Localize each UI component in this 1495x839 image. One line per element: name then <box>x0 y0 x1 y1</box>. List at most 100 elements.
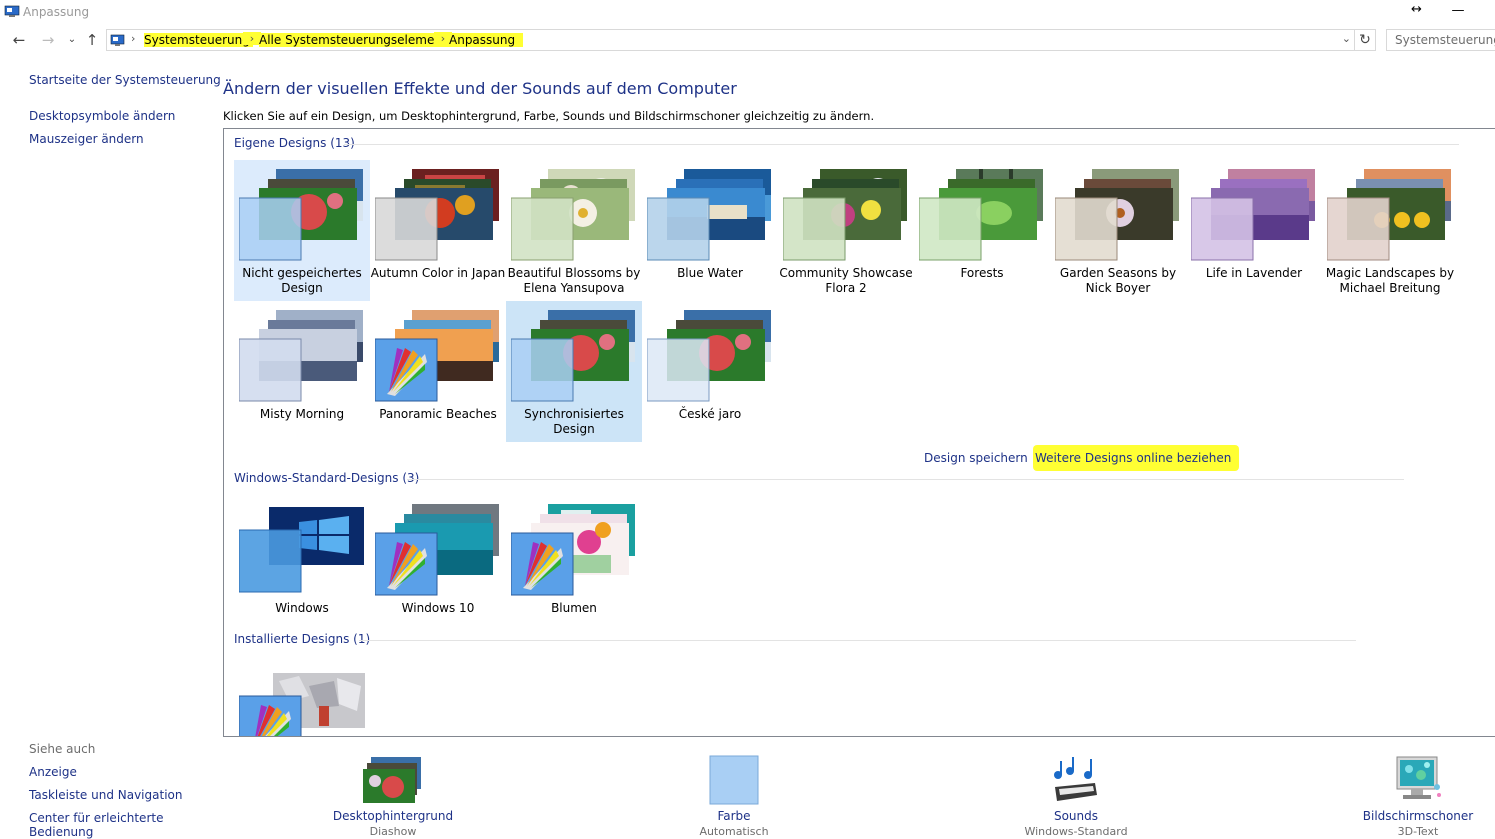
forward-button[interactable]: → <box>38 30 58 50</box>
theme-label: Windows 10 <box>401 601 475 615</box>
theme-label: Nicht gespeichertes Design <box>242 266 362 295</box>
maximize-button[interactable]: ☐ <box>1481 0 1495 24</box>
theme-preview-icon <box>239 310 363 402</box>
up-button[interactable]: ↑ <box>82 30 102 50</box>
theme-preview-icon <box>375 504 499 596</box>
theme-preview-icon <box>1191 169 1315 261</box>
theme-label: Blue Water <box>677 266 743 280</box>
theme-preview-icon <box>919 169 1043 261</box>
page-description: Klicken Sie auf ein Design, um Desktophi… <box>223 109 875 123</box>
bottom-label: Desktophintergrund <box>332 809 454 823</box>
theme-tile-unsaved[interactable]: Nicht gespeichertes Design <box>234 160 370 301</box>
navigation-bar: ← → ⌄ ↑ › Systemsteuerung › Alle Systems… <box>0 27 1495 53</box>
theme-label: Autumn Color in Japan <box>370 266 506 280</box>
theme-tile-windows[interactable]: Windows <box>234 495 370 636</box>
sidebar-link-home[interactable]: Startseite der Systemsteuerung <box>29 73 221 87</box>
breadcrumb-systemsteuerung[interactable]: Systemsteuerung <box>144 33 253 47</box>
theme-tile-magic-landscapes[interactable]: Magic Landscapes by Michael Breitung <box>1322 160 1458 301</box>
theme-label: Windows <box>275 601 329 615</box>
theme-preview-icon <box>511 310 635 402</box>
theme-label: Community Showcase Flora 2 <box>779 266 913 295</box>
theme-preview-icon <box>647 169 771 261</box>
screensaver-setting[interactable]: Bildschirmschoner 3D-Text <box>1338 755 1495 838</box>
sidebar-link-mouse-pointer[interactable]: Mauszeiger ändern <box>29 132 144 146</box>
control-panel-icon <box>110 34 125 46</box>
desktop-background-icon <box>363 757 421 803</box>
theme-label: Life in Lavender <box>1205 266 1303 280</box>
see-also-title: Siehe auch <box>29 742 96 756</box>
bottom-label: Bildschirmschoner <box>1362 809 1474 823</box>
theme-label: Forests <box>960 266 1004 280</box>
theme-preview-icon <box>511 169 635 261</box>
bottom-sublabel: 3D-Text <box>1397 825 1439 838</box>
desktop-background-setting[interactable]: Desktophintergrund Diashow <box>313 755 473 838</box>
sidebar-link-taskbar[interactable]: Taskleiste und Navigation <box>29 788 182 802</box>
theme-label: Misty Morning <box>259 407 345 421</box>
design-list-panel: Eigene Designs (13) Nicht gespeichertes … <box>223 128 1495 737</box>
group-divider <box>344 144 1459 145</box>
chevron-down-icon[interactable]: ⌄ <box>1342 32 1351 45</box>
back-button[interactable]: ← <box>9 30 29 50</box>
bottom-sublabel: Windows-Standard <box>1024 825 1128 838</box>
page-title: Ändern der visuellen Effekte und der Sou… <box>223 79 737 98</box>
chevron-right-icon: › <box>131 32 136 45</box>
theme-label: České jaro <box>678 407 742 421</box>
save-design-link[interactable]: Design speichern <box>924 451 1028 465</box>
sidebar-link-display[interactable]: Anzeige <box>29 765 77 779</box>
address-bar[interactable]: › Systemsteuerung › Alle Systemsteuerung… <box>106 29 1355 51</box>
window-title: Anpassung <box>23 5 90 19</box>
bottom-sublabel: Diashow <box>369 825 417 838</box>
get-more-designs-online-link[interactable]: Weitere Designs online beziehen <box>1033 445 1240 471</box>
theme-tile-ceske-jaro[interactable]: České jaro <box>642 301 778 442</box>
theme-tile-community-showcase[interactable]: Community Showcase Flora 2 <box>778 160 914 301</box>
theme-preview-icon <box>239 673 365 736</box>
theme-tile-garden-seasons[interactable]: Garden Seasons by Nick Boyer <box>1050 160 1186 301</box>
sidebar-link-desktop-icons[interactable]: Desktopsymbole ändern <box>29 109 175 123</box>
bottom-label: Sounds <box>1053 809 1099 823</box>
minimize-button[interactable]: — <box>1435 0 1481 24</box>
theme-preview-icon <box>647 310 771 402</box>
theme-preview-icon <box>1327 169 1451 261</box>
sidebar-link-ease-of-access[interactable]: Center für erleichterte Bedienung <box>29 811 179 839</box>
theme-label: Synchronisiertes Design <box>524 407 624 436</box>
theme-preview-icon <box>1055 169 1179 261</box>
group-divider <box>407 479 1404 480</box>
control-panel-icon <box>4 5 20 17</box>
theme-label: Garden Seasons by Nick Boyer <box>1059 266 1177 295</box>
theme-tile-blumen[interactable]: Blumen <box>506 495 642 636</box>
theme-preview-icon <box>375 169 499 261</box>
theme-tile-life-in-lavender[interactable]: Life in Lavender <box>1186 160 1322 301</box>
group-divider <box>359 640 1356 641</box>
color-setting[interactable]: Farbe Automatisch <box>654 755 814 838</box>
breadcrumb-alle-elemente[interactable]: Alle Systemsteuerungselemente <box>259 33 458 47</box>
sounds-setting[interactable]: Sounds Windows-Standard <box>996 755 1156 838</box>
search-input[interactable]: Systemsteuerung d <box>1386 29 1495 51</box>
theme-tile-blue-water[interactable]: Blue Water <box>642 160 778 301</box>
resize-cursor-icon: ↔ <box>1411 2 1422 17</box>
theme-tile-autumn-color[interactable]: Autumn Color in Japan <box>370 160 506 301</box>
recent-locations-button[interactable]: ⌄ <box>62 30 82 50</box>
theme-tile-forests[interactable]: Forests <box>914 160 1050 301</box>
color-swatch-icon <box>709 755 759 805</box>
sounds-icon <box>1054 757 1097 801</box>
theme-tile-panoramic-beaches[interactable]: Panoramic Beaches <box>370 301 506 442</box>
theme-tile-beautiful-blossoms[interactable]: Beautiful Blossoms by Elena Yansupova <box>506 160 642 301</box>
theme-label: Panoramic Beaches <box>379 407 497 421</box>
theme-preview-icon <box>375 310 499 402</box>
title-bar: Anpassung ↔ — ☐ <box>0 0 1495 24</box>
theme-label: Magic Landscapes by Michael Breitung <box>1325 266 1455 295</box>
group-title-own-designs: Eigene Designs (13) <box>234 136 355 150</box>
breadcrumb-anpassung[interactable]: Anpassung <box>449 33 524 47</box>
screensaver-icon <box>1396 756 1441 799</box>
theme-tile-misty-morning[interactable]: Misty Morning <box>234 301 370 442</box>
bottom-sublabel: Automatisch <box>699 825 769 838</box>
refresh-button[interactable]: ↻ <box>1355 29 1376 51</box>
theme-tile-windows-10[interactable]: Windows 10 <box>370 495 506 636</box>
theme-preview-icon <box>783 169 907 261</box>
theme-tile-installed[interactable] <box>234 661 370 736</box>
bottom-label: Farbe <box>717 809 751 823</box>
theme-tile-synchronized[interactable]: Synchronisiertes Design <box>506 301 642 442</box>
group-title-standard-designs: Windows-Standard-Designs (3) <box>234 471 420 485</box>
theme-label: Blumen <box>551 601 597 615</box>
theme-preview-icon <box>239 507 364 593</box>
